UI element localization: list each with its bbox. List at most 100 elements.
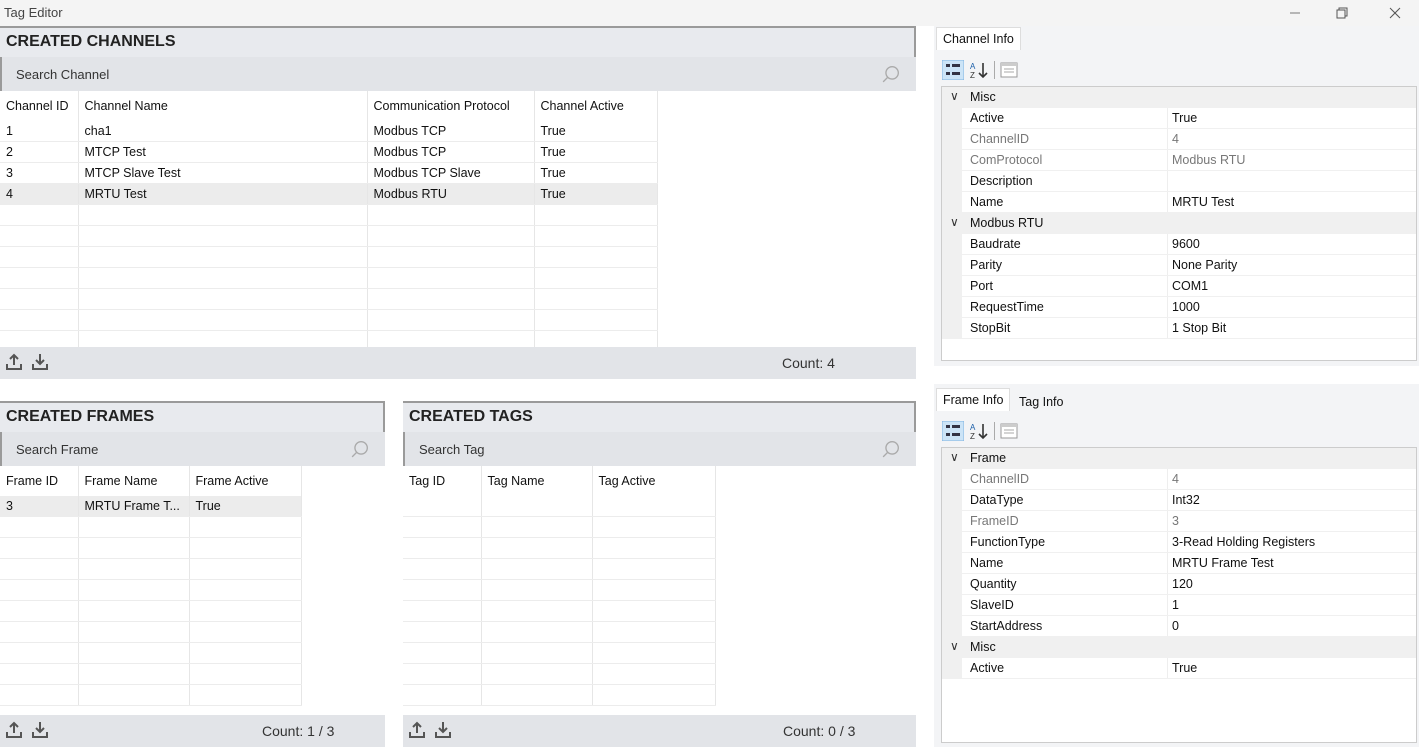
column-header[interactable]: Tag Name xyxy=(481,466,593,496)
property-value[interactable]: 1 xyxy=(1172,598,1179,612)
table-row[interactable]: 3 MTCP Slave Test Modbus TCP Slave True xyxy=(0,162,658,184)
property-row[interactable]: ChannelID 4 xyxy=(942,129,1416,150)
property-row[interactable]: ComProtocol Modbus RTU xyxy=(942,150,1416,171)
tab-channel-info[interactable]: Channel Info xyxy=(936,27,1021,50)
property-value[interactable]: None Parity xyxy=(1172,258,1237,272)
property-divider xyxy=(1167,532,1168,553)
table-cell xyxy=(367,267,535,289)
column-header[interactable]: Frame Name xyxy=(78,466,190,496)
tab-tag-info[interactable]: Tag Info xyxy=(1013,391,1069,413)
alphabetical-icon[interactable]: AZ xyxy=(968,60,990,80)
chevron-down-icon[interactable]: ∨ xyxy=(950,215,959,229)
property-margin xyxy=(942,658,962,679)
property-divider xyxy=(1167,255,1168,276)
svg-text:Z: Z xyxy=(970,71,975,80)
download-icon[interactable] xyxy=(435,721,451,739)
table-row[interactable]: 4 MRTU Test Modbus RTU True xyxy=(0,183,658,205)
property-row[interactable]: RequestTime 1000 xyxy=(942,297,1416,318)
property-row[interactable]: Quantity 120 xyxy=(942,574,1416,595)
chevron-down-icon[interactable]: ∨ xyxy=(950,639,959,653)
property-name: Parity xyxy=(970,258,1002,272)
column-header[interactable]: Tag Active xyxy=(592,466,716,496)
property-category[interactable]: ∨ Modbus RTU xyxy=(942,213,1416,234)
property-row[interactable]: Baudrate 9600 xyxy=(942,234,1416,255)
column-header[interactable]: Channel Active xyxy=(534,91,658,121)
chevron-down-icon[interactable]: ∨ xyxy=(950,89,959,103)
property-value[interactable]: Int32 xyxy=(1172,493,1200,507)
property-pages-icon[interactable] xyxy=(999,60,1019,80)
column-header[interactable]: Channel Name xyxy=(78,91,368,121)
property-pages-icon[interactable] xyxy=(999,421,1019,441)
property-row[interactable]: SlaveID 1 xyxy=(942,595,1416,616)
property-value[interactable]: True xyxy=(1172,111,1197,125)
property-margin xyxy=(942,150,962,171)
property-margin xyxy=(942,297,962,318)
frame-search-input[interactable]: Search Frame xyxy=(0,432,385,466)
tag-search-input[interactable]: Search Tag xyxy=(403,432,916,466)
table-row xyxy=(0,663,302,685)
property-row[interactable]: DataType Int32 xyxy=(942,490,1416,511)
property-divider xyxy=(1167,150,1168,171)
property-value[interactable]: 9600 xyxy=(1172,237,1200,251)
property-row[interactable]: StartAddress 0 xyxy=(942,616,1416,637)
table-cell xyxy=(481,558,593,580)
property-category[interactable]: ∨ Misc xyxy=(942,637,1416,658)
property-category[interactable]: ∨ Misc xyxy=(942,87,1416,108)
property-category[interactable]: ∨ Frame xyxy=(942,448,1416,469)
categorized-icon[interactable] xyxy=(942,60,964,80)
column-header[interactable]: Tag ID xyxy=(403,466,482,496)
table-cell xyxy=(0,204,79,226)
property-row[interactable]: FrameID 3 xyxy=(942,511,1416,532)
property-row[interactable]: FunctionType 3-Read Holding Registers xyxy=(942,532,1416,553)
table-row xyxy=(403,642,716,664)
column-header[interactable]: Communication Protocol xyxy=(367,91,535,121)
property-value[interactable]: 1000 xyxy=(1172,300,1200,314)
property-row[interactable]: Active True xyxy=(942,108,1416,129)
table-row[interactable]: 2 MTCP Test Modbus TCP True xyxy=(0,141,658,163)
property-row[interactable]: Active True xyxy=(942,658,1416,679)
table-row[interactable]: 3 MRTU Frame T... True xyxy=(0,496,302,517)
table-cell xyxy=(367,246,535,268)
channel-search-input[interactable]: Search Channel xyxy=(0,57,916,91)
table-row xyxy=(403,537,716,559)
property-value[interactable]: True xyxy=(1172,661,1197,675)
table-cell xyxy=(189,537,302,559)
property-value[interactable]: 120 xyxy=(1172,577,1193,591)
svg-text:A: A xyxy=(970,423,976,432)
property-value[interactable]: COM1 xyxy=(1172,279,1208,293)
property-value[interactable]: MRTU Test xyxy=(1172,195,1234,209)
property-row[interactable]: Description xyxy=(942,171,1416,192)
column-header[interactable]: Channel ID xyxy=(0,91,79,121)
table-row xyxy=(403,558,716,580)
table-row[interactable]: 1 cha1 Modbus TCP True xyxy=(0,121,658,142)
upload-icon[interactable] xyxy=(6,721,22,739)
property-value[interactable]: MRTU Frame Test xyxy=(1172,556,1274,570)
property-row[interactable]: ChannelID 4 xyxy=(942,469,1416,490)
close-button[interactable] xyxy=(1375,2,1415,24)
tab-frame-info[interactable]: Frame Info xyxy=(936,388,1011,411)
property-row[interactable]: Name MRTU Test xyxy=(942,192,1416,213)
table-cell xyxy=(592,642,716,664)
property-row[interactable]: StopBit 1 Stop Bit xyxy=(942,318,1416,339)
channel-property-grid: ∨ Misc Active True ChannelID 4 ComProtocol Modb… xyxy=(941,86,1417,361)
column-header[interactable]: Frame Active xyxy=(189,466,302,496)
minimize-button[interactable] xyxy=(1275,2,1315,24)
category-label: Modbus RTU xyxy=(970,216,1044,230)
restore-button[interactable] xyxy=(1322,2,1362,24)
property-value[interactable]: 3-Read Holding Registers xyxy=(1172,535,1315,549)
download-icon[interactable] xyxy=(32,353,48,371)
property-row[interactable]: Name MRTU Frame Test xyxy=(942,553,1416,574)
property-row[interactable]: Port COM1 xyxy=(942,276,1416,297)
download-icon[interactable] xyxy=(32,721,48,739)
table-cell xyxy=(78,600,190,622)
categorized-icon[interactable] xyxy=(942,421,964,441)
upload-icon[interactable] xyxy=(409,721,425,739)
column-header[interactable]: Frame ID xyxy=(0,466,79,496)
property-value[interactable]: 0 xyxy=(1172,619,1179,633)
upload-icon[interactable] xyxy=(6,353,22,371)
property-divider xyxy=(1167,318,1168,339)
alphabetical-icon[interactable]: AZ xyxy=(968,421,990,441)
property-value[interactable]: 1 Stop Bit xyxy=(1172,321,1226,335)
property-row[interactable]: Parity None Parity xyxy=(942,255,1416,276)
chevron-down-icon[interactable]: ∨ xyxy=(950,450,959,464)
